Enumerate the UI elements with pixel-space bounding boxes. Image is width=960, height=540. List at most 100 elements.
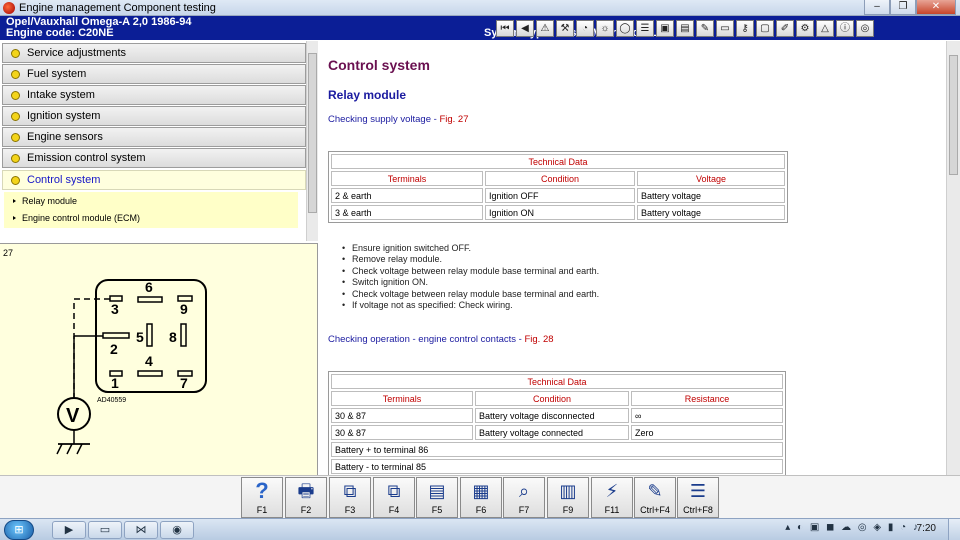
screen-icon[interactable]: ▢ <box>756 20 774 37</box>
nav-item-label: Control system <box>27 174 101 186</box>
fkey-f4[interactable]: ⧉ F4 <box>373 477 415 518</box>
system-tray[interactable]: ▴ ◐ ▣ ◼ ☁ ◎ ◈ ▮ ◔ ♪ <box>785 522 920 533</box>
table-cell: 30 & 87 <box>331 408 473 423</box>
brush-icon[interactable]: ✎ <box>696 20 714 37</box>
help-icon: ? <box>255 478 269 503</box>
taskbar-media-player[interactable]: ▶ <box>52 521 86 539</box>
fkey-f3[interactable]: ⧉ F3 <box>329 477 371 518</box>
fkey-label: F4 <box>388 505 400 515</box>
taskbar: ⊞ ▶ ▭ ⋈ ◉ ▴ ◐ ▣ ◼ ☁ ◎ ◈ ▮ ◔ ♪ 7:20 <box>0 518 960 540</box>
column-header: Terminals <box>331 391 473 406</box>
column-header: Resistance <box>631 391 783 406</box>
bullet-icon <box>11 69 20 79</box>
fkey-f11[interactable]: ⚡ F11 <box>591 477 633 518</box>
ground-hatch <box>56 443 63 455</box>
fkey-f6[interactable]: ▦ F6 <box>460 477 502 518</box>
list-item: Remove relay module. <box>342 254 599 266</box>
target-icon[interactable]: ◎ <box>856 20 874 37</box>
nav-scrollbar[interactable] <box>306 41 318 241</box>
table-cell: Battery voltage connected <box>475 425 629 440</box>
content-scroll-thumb[interactable] <box>949 55 958 175</box>
show-desktop-button[interactable] <box>948 519 960 540</box>
info-icon[interactable]: ⓘ <box>836 20 854 37</box>
clock[interactable]: 7:20 <box>917 523 936 534</box>
fkey-ctrl-f8[interactable]: ☰ Ctrl+F8 <box>677 477 719 518</box>
fkey-f1[interactable]: ? F1 <box>241 477 283 518</box>
table-row: 2 & earth Ignition OFF Battery voltage <box>331 188 785 203</box>
battery-icon[interactable]: ▭ <box>716 20 734 37</box>
nav-item-engine-sensors[interactable]: Engine sensors <box>2 127 306 147</box>
tools-icon[interactable]: ⚒ <box>556 20 574 37</box>
column-header: Terminals <box>331 171 483 186</box>
list-item: Switch ignition ON. <box>342 277 599 289</box>
list-icon[interactable]: ☰ <box>636 20 654 37</box>
subnav: Relay module Engine control module (ECM) <box>4 192 298 228</box>
key-icon[interactable]: ⚷ <box>736 20 754 37</box>
edit-icon: ✎ <box>647 481 663 501</box>
column-header: Condition <box>485 171 635 186</box>
fkey-f7[interactable]: ⌕ F7 <box>503 477 545 518</box>
technical-data-table-2: Technical Data Terminals Condition Resis… <box>328 371 786 475</box>
fkey-f5[interactable]: ▤ F5 <box>416 477 458 518</box>
pin-label: 4 <box>145 353 153 369</box>
fkey-f9[interactable]: ▥ F9 <box>547 477 589 518</box>
bullet-icon <box>11 153 20 163</box>
nav-item-intake-system[interactable]: Intake system <box>2 85 306 105</box>
engine-code: Engine code: C20NE <box>6 27 114 39</box>
nav-item-fuel-system[interactable]: Fuel system <box>2 64 306 84</box>
table-cell: Battery voltage <box>637 188 785 203</box>
fkey-label: F2 <box>300 505 312 515</box>
document-icon[interactable]: ▤ <box>676 20 694 37</box>
content-scrollbar[interactable] <box>946 41 960 475</box>
gauge-icon[interactable]: ◔ <box>576 20 594 37</box>
pin-label: 8 <box>169 329 177 345</box>
minimize-button[interactable]: – <box>864 0 890 15</box>
pencil-icon[interactable]: ✐ <box>776 20 794 37</box>
start-button[interactable]: ⊞ <box>4 520 34 540</box>
table-row: Battery + to terminal 86 <box>331 442 783 457</box>
column-header: Voltage <box>637 171 785 186</box>
table-row: 30 & 87 Battery voltage disconnected ∞ <box>331 408 783 423</box>
circle-icon[interactable]: ◯ <box>616 20 634 37</box>
window-controls: – ❐ ✕ <box>864 0 956 15</box>
terminal-4 <box>137 370 163 377</box>
nav-scroll-thumb[interactable] <box>308 53 317 213</box>
fkey-ctrl-f4[interactable]: ✎ Ctrl+F4 <box>634 477 676 518</box>
check-operation-link[interactable]: Checking operation - engine control cont… <box>328 334 554 345</box>
subnav-item-relay-module[interactable]: Relay module <box>4 192 298 209</box>
list-item: Ensure ignition switched OFF. <box>342 243 599 255</box>
nav-item-service-adjustments[interactable]: Service adjustments <box>2 43 306 63</box>
probe-icon: ⚡ <box>605 481 619 501</box>
table-note: Battery + to terminal 86 <box>331 442 783 457</box>
close-button[interactable]: ✕ <box>916 0 956 15</box>
car-icon[interactable]: ▣ <box>656 20 674 37</box>
alert-icon[interactable]: △ <box>816 20 834 37</box>
subnav-item-ecm[interactable]: Engine control module (ECM) <box>4 209 298 226</box>
warning-icon[interactable]: ⚠ <box>536 20 554 37</box>
navigation-panel: Service adjustments Fuel system Intake sys… <box>0 41 318 241</box>
list-item: Check voltage between relay module base … <box>342 266 599 278</box>
nav-item-emission-control-system[interactable]: Emission control system <box>2 148 306 168</box>
back-icon[interactable]: ◀ <box>516 20 534 37</box>
page-icon: ▤ <box>428 481 446 501</box>
nav-item-ignition-system[interactable]: Ignition system <box>2 106 306 126</box>
terminal-2 <box>102 332 130 339</box>
first-icon[interactable]: ⏮ <box>496 20 514 37</box>
content-pane: Control system Relay module Checking sup… <box>320 41 946 475</box>
terminal-8 <box>180 323 187 347</box>
fkey-label: F7 <box>518 505 530 515</box>
vehicle-header: Opel/Vauxhall Omega-A 2,0 1986-94 Engine… <box>0 16 960 40</box>
bulb-icon[interactable]: ☼ <box>596 20 614 37</box>
taskbar-explorer[interactable]: ▭ <box>88 521 122 539</box>
taskbar-active-app[interactable]: ◉ <box>160 521 194 539</box>
nav-item-control-system[interactable]: Control system <box>2 170 306 190</box>
fkey-f2[interactable]: 🖶 F2 <box>285 477 327 518</box>
nav-item-label: Service adjustments <box>27 47 127 59</box>
maximize-button[interactable]: ❐ <box>890 0 916 15</box>
settings-icon[interactable]: ⚙ <box>796 20 814 37</box>
taskbar-app[interactable]: ⋈ <box>124 521 158 539</box>
technical-data-table-1: Technical Data Terminals Condition Volta… <box>328 151 788 223</box>
check-supply-voltage-link[interactable]: Checking supply voltage - Fig. 27 <box>328 114 468 125</box>
page-title: Control system <box>328 57 430 73</box>
table-cell: 3 & earth <box>331 205 483 220</box>
